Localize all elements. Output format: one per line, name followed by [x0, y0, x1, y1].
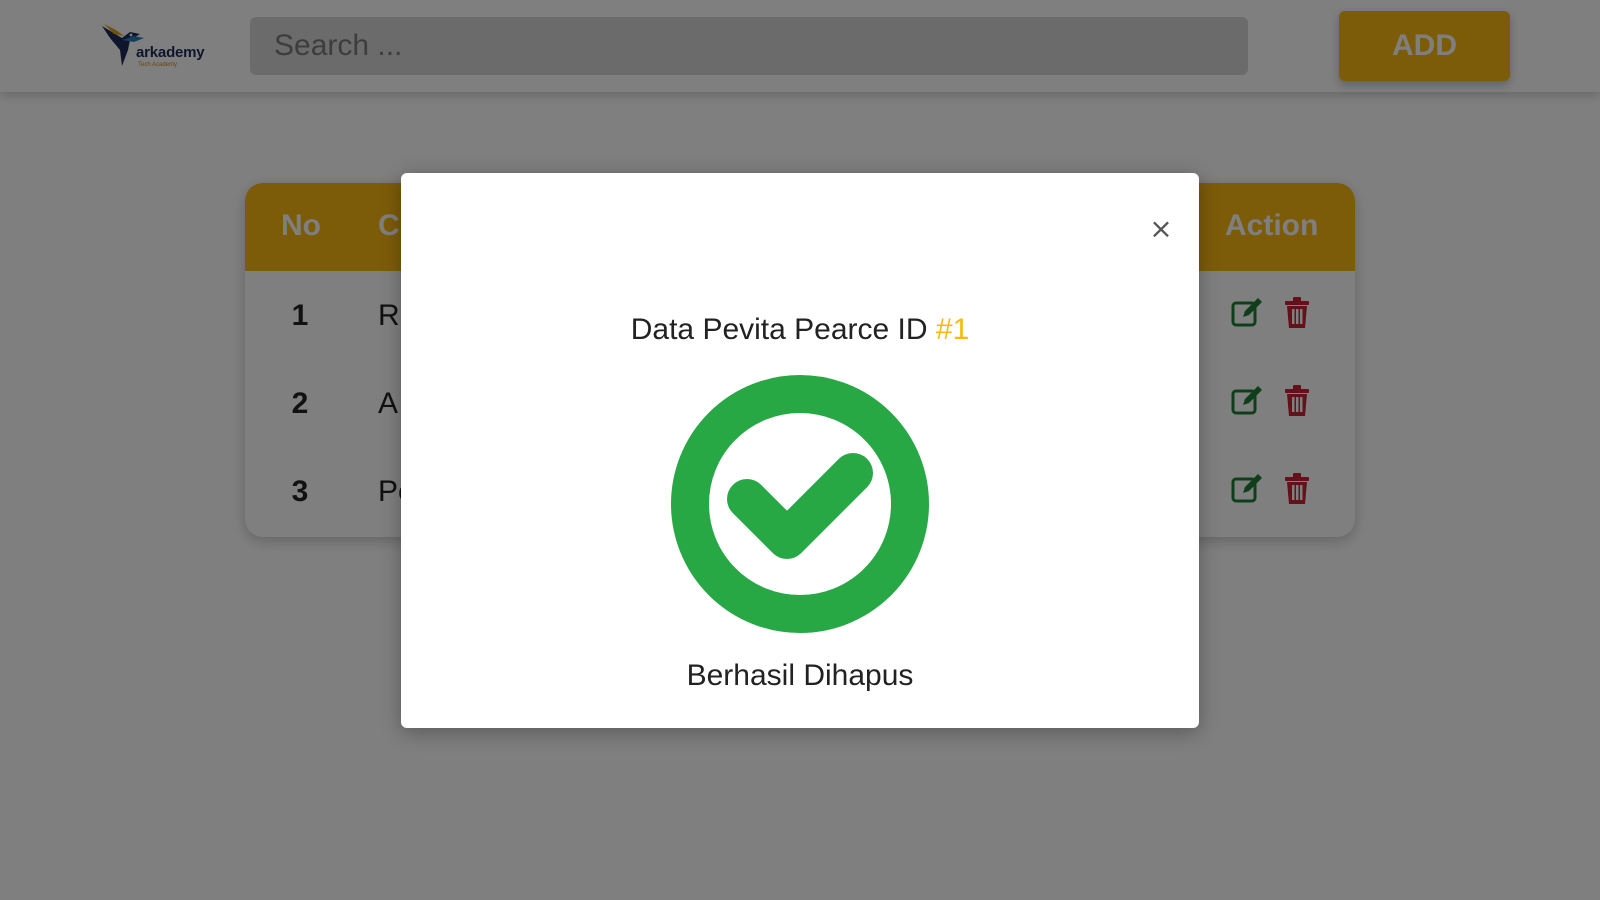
- delete-success-modal: × Data Pevita Pearce ID #1 Berhasil Diha…: [401, 173, 1199, 728]
- success-message: Berhasil Dihapus: [686, 659, 914, 692]
- close-button[interactable]: ×: [1147, 215, 1175, 243]
- modal-title-text: Data Pevita Pearce ID: [630, 313, 936, 346]
- modal-title: Data Pevita Pearce ID #1: [401, 313, 1199, 347]
- check-circle-icon: [671, 375, 929, 633]
- record-id: #1: [935, 313, 970, 346]
